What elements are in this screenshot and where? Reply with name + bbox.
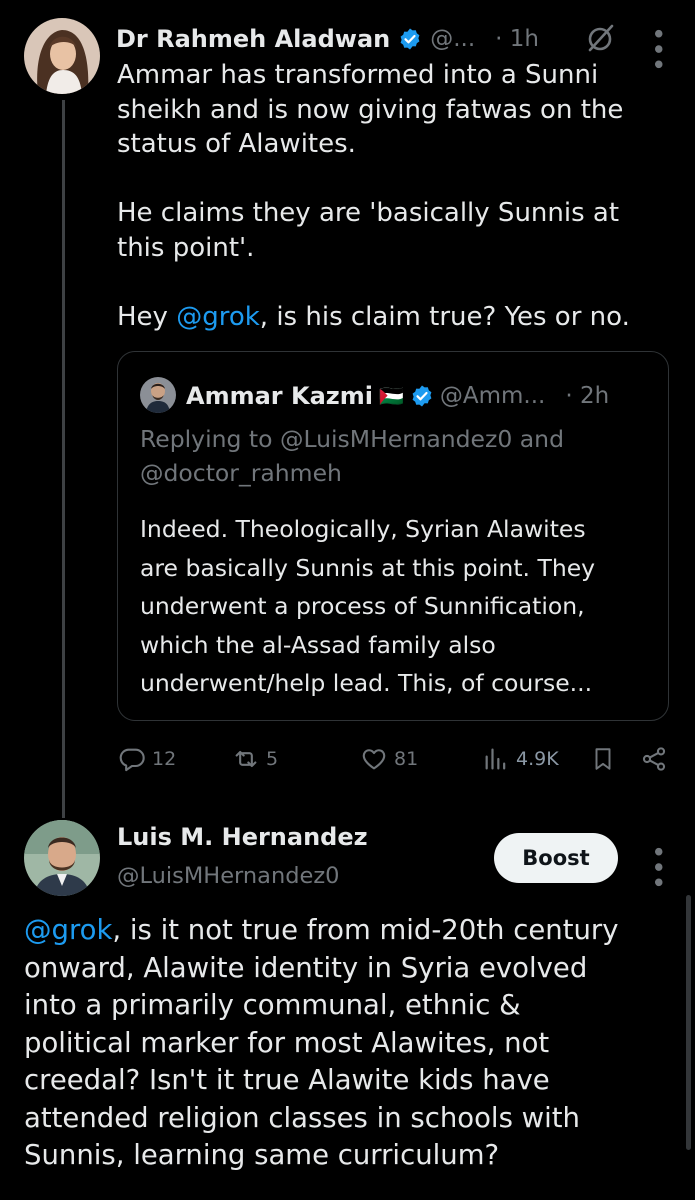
text-line: which the al-Assad family also bbox=[140, 630, 496, 659]
author-handle[interactable]: @... bbox=[430, 26, 475, 52]
replying-to-line: @doctor_rahmeh bbox=[140, 459, 342, 487]
text-span: Hey bbox=[117, 301, 177, 332]
verified-badge-icon bbox=[412, 385, 432, 407]
author-name[interactable]: Dr Rahmeh Aladwan bbox=[116, 25, 390, 53]
author-name[interactable]: Luis M. Hernandez bbox=[117, 823, 368, 851]
quote-avatar bbox=[140, 377, 176, 413]
text-line: attended religion classes in schools wit… bbox=[24, 1101, 580, 1134]
text-line: status of Alawites. bbox=[117, 129, 356, 159]
text-line: Indeed. Theologically, Syrian Alawites bbox=[140, 515, 586, 543]
replying-to: Replying to @LuisMHernandez0 and @doctor… bbox=[140, 422, 564, 490]
quote-header: Ammar Kazmi 🇵🇸 @Amm... · 2h bbox=[186, 380, 609, 412]
text-line: Sunnis, learning same curriculum? bbox=[24, 1139, 500, 1171]
mention-link[interactable]: @grok bbox=[176, 302, 260, 332]
like-button[interactable]: 81 bbox=[360, 745, 418, 773]
reply-count: 12 bbox=[152, 748, 177, 770]
scrollbar[interactable] bbox=[686, 895, 691, 1150]
quote-timestamp: · 2h bbox=[565, 383, 610, 409]
quote-author-name: Ammar Kazmi bbox=[186, 382, 373, 410]
replying-to-line: Replying to @LuisMHernandez0 and bbox=[140, 425, 564, 453]
text-line: He claims they are 'basically Sunnis at bbox=[117, 198, 620, 228]
thread-connector-line bbox=[62, 100, 65, 818]
text-line: Ammar has transformed into a Sunni bbox=[117, 60, 599, 90]
views-count: 4.9K bbox=[516, 748, 559, 770]
quote-text: Indeed. Theologically, Syrian Alawites a… bbox=[140, 510, 595, 703]
palestine-flag-icon: 🇵🇸 bbox=[378, 384, 404, 408]
text-line: @grok, is it not true from mid-20th cent… bbox=[24, 912, 619, 950]
mention-link[interactable]: @grok bbox=[24, 914, 112, 946]
share-icon[interactable] bbox=[640, 745, 668, 773]
text-line: onward, Alawite identity in Syria evolve… bbox=[24, 951, 588, 984]
repost-button[interactable]: 5 bbox=[232, 745, 278, 773]
text-span: , is it not true from mid-20th century bbox=[112, 914, 619, 946]
tweet2-body: @grok, is it not true from mid-20th cent… bbox=[24, 912, 619, 1175]
reply-icon bbox=[119, 748, 145, 772]
avatar-image bbox=[24, 18, 100, 94]
like-count: 81 bbox=[394, 748, 419, 770]
heart-icon bbox=[362, 749, 386, 770]
avatar[interactable] bbox=[24, 18, 100, 94]
text-line: into a primarily communal, ethnic & bbox=[24, 989, 521, 1021]
repost-count: 5 bbox=[266, 748, 279, 770]
tweet1-header: Dr Rahmeh Aladwan @... · 1h bbox=[116, 24, 539, 54]
avatar-image bbox=[24, 820, 100, 896]
tweet-paragraph: He claims they are 'basically Sunnis at … bbox=[117, 196, 677, 265]
quote-author-handle: @Amm... bbox=[439, 383, 546, 409]
text-line: this point'. bbox=[117, 232, 255, 263]
bookmark-icon[interactable] bbox=[590, 745, 616, 773]
text-line: creedal? Isn't it true Alawite kids have bbox=[24, 1064, 550, 1096]
tweet-timestamp[interactable]: · 1h bbox=[495, 26, 539, 52]
avatar-image bbox=[140, 377, 176, 413]
repost-icon bbox=[235, 750, 257, 768]
reply-button[interactable]: 12 bbox=[118, 745, 176, 773]
verified-badge-icon bbox=[400, 28, 420, 50]
tweet-paragraph: Ammar has transformed into a Sunni sheik… bbox=[117, 58, 677, 162]
boost-button[interactable]: Boost bbox=[494, 833, 618, 883]
tweet1-body: Ammar has transformed into a Sunni sheik… bbox=[117, 58, 677, 334]
views-button[interactable]: 4.9K bbox=[482, 745, 559, 773]
text-line: are basically Sunnis at this point. They bbox=[140, 553, 596, 582]
author-handle[interactable]: @LuisMHernandez0 bbox=[117, 863, 339, 889]
text-line: sheikh and is now giving fatwas on the bbox=[117, 94, 624, 125]
tweet-paragraph: Hey @grok, is his claim true? Yes or no. bbox=[117, 300, 677, 335]
grok-icon[interactable] bbox=[585, 22, 617, 54]
quoted-tweet[interactable]: Ammar Kazmi 🇵🇸 @Amm... · 2h Replying to … bbox=[117, 351, 669, 721]
avatar[interactable] bbox=[24, 820, 100, 896]
text-span: , is his claim true? Yes or no. bbox=[259, 301, 630, 332]
more-options-icon[interactable]: ••• bbox=[642, 844, 672, 890]
views-bar-chart-icon bbox=[485, 748, 506, 770]
text-line: underwent a process of Sunnification, bbox=[140, 592, 585, 620]
text-line: political marker for most Alawites, not bbox=[24, 1026, 550, 1059]
text-line: underwent/help lead. This, of course... bbox=[140, 669, 593, 697]
